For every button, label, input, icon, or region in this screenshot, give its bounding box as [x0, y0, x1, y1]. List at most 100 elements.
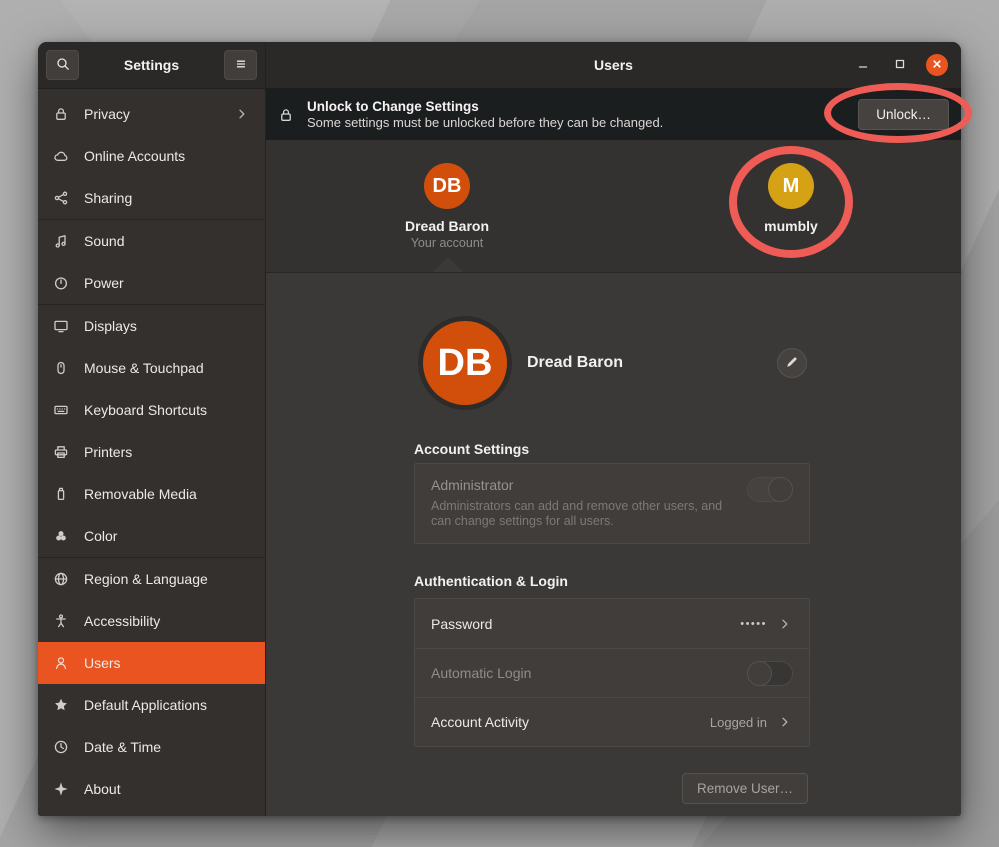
close-icon — [929, 56, 945, 75]
app-title: Settings — [79, 57, 224, 73]
sidebar-item-keyboard-shortcuts[interactable]: Keyboard Shortcuts — [38, 389, 265, 431]
users-icon — [53, 655, 69, 671]
maximize-icon — [892, 56, 908, 75]
administrator-texts: Administrator Administrators can add and… — [431, 477, 731, 530]
sidebar-item-label: Users — [84, 655, 250, 671]
unlock-banner: Unlock to Change Settings Some settings … — [266, 89, 961, 140]
carousel-user-mumbly[interactable]: Mmumbly — [721, 163, 861, 234]
sidebar-item-date-time[interactable]: Date & Time — [38, 726, 265, 768]
power-icon — [53, 275, 69, 291]
sidebar-item-label: Privacy — [84, 106, 219, 122]
search-icon — [55, 56, 71, 75]
carousel-user-name: mumbly — [764, 218, 818, 234]
sidebar-item-power[interactable]: Power — [38, 262, 265, 304]
avatar: M — [768, 163, 814, 209]
user-carousel: DB Dread Baron Your account Mmumbly — [266, 140, 961, 273]
remove-user-button: Remove User… — [682, 773, 808, 804]
sidebar-item-label: Date & Time — [84, 739, 250, 755]
sidebar-item-removable-media[interactable]: Removable Media — [38, 473, 265, 515]
sidebar-item-online-accounts[interactable]: Online Accounts — [38, 135, 265, 177]
unlock-banner-subtitle: Some settings must be unlocked before th… — [307, 115, 663, 130]
lock-icon — [53, 106, 69, 122]
sparkle-icon — [53, 781, 69, 797]
sound-icon — [53, 233, 69, 249]
sidebar-list: Privacy Online Accounts Sharing Sound Power D… — [38, 89, 265, 816]
sidebar-item-label: Displays — [84, 318, 250, 334]
keyboard-icon — [53, 402, 69, 418]
row-value: ••••• — [740, 618, 767, 630]
selected-user-pointer — [433, 257, 463, 272]
sidebar-item-label: Printers — [84, 444, 250, 460]
account-settings-header: Account Settings — [414, 441, 529, 457]
administrator-label: Administrator — [431, 477, 731, 493]
minimize-icon — [855, 56, 871, 75]
accessibility-icon — [53, 613, 69, 629]
row-automatic-login: Automatic Login — [415, 648, 809, 697]
sidebar-item-mouse-touchpad[interactable]: Mouse & Touchpad — [38, 347, 265, 389]
star-icon — [53, 697, 69, 713]
sidebar-item-printers[interactable]: Printers — [38, 431, 265, 473]
lock-icon — [278, 107, 294, 123]
sidebar-item-displays[interactable]: Displays — [38, 305, 265, 347]
carousel-user-name: Dread Baron — [405, 218, 489, 234]
authentication-box: Password ••••• Automatic Login Account Acti… — [414, 598, 810, 747]
toggle-knob — [768, 477, 793, 502]
sidebar-item-label: Default Applications — [84, 697, 250, 713]
pencil-icon — [784, 354, 800, 373]
carousel-user-dread-baron[interactable]: DB Dread Baron Your account — [377, 163, 517, 250]
administrator-box: Administrator Administrators can add and… — [414, 463, 810, 544]
authentication-login-header: Authentication & Login — [414, 573, 568, 589]
toggle-knob — [747, 661, 772, 686]
sidebar-item-users[interactable]: Users — [38, 642, 265, 684]
clock-icon — [53, 739, 69, 755]
row-label: Account Activity — [431, 714, 700, 730]
sidebar-item-label: Removable Media — [84, 486, 250, 502]
sidebar-item-default-applications[interactable]: Default Applications — [38, 684, 265, 726]
sidebar-item-privacy[interactable]: Privacy — [38, 93, 265, 135]
sidebar-item-sharing[interactable]: Sharing — [38, 177, 265, 219]
administrator-description: Administrators can add and remove other … — [431, 499, 731, 529]
row-password[interactable]: Password ••••• — [415, 599, 809, 648]
sidebar: Settings Privacy Online Accounts Sharing So… — [38, 42, 266, 816]
hamburger-menu-icon — [233, 56, 249, 75]
printer-icon — [53, 444, 69, 460]
sidebar-item-color[interactable]: Color — [38, 515, 265, 557]
user-detail-panel: DB Dread Baron Account Settings Administ… — [266, 273, 961, 816]
window-controls — [852, 54, 961, 76]
chevron-right-icon — [234, 106, 250, 122]
sidebar-item-sound[interactable]: Sound — [38, 220, 265, 262]
chevron-right-icon — [777, 616, 793, 632]
sidebar-item-label: Online Accounts — [84, 148, 250, 164]
main-panel: Users Unlock to Change Settings Some set… — [266, 42, 961, 816]
sidebar-item-about[interactable]: About — [38, 768, 265, 810]
row-label: Automatic Login — [431, 665, 737, 681]
sidebar-item-label: Sound — [84, 233, 250, 249]
row-account-activity[interactable]: Account ActivityLogged in — [415, 697, 809, 746]
menu-button[interactable] — [224, 50, 257, 80]
sidebar-item-accessibility[interactable]: Accessibility — [38, 600, 265, 642]
search-button[interactable] — [46, 50, 79, 80]
carousel-user-subtitle: Your account — [411, 236, 484, 250]
unlock-banner-title: Unlock to Change Settings — [307, 99, 663, 114]
sidebar-item-label: Power — [84, 275, 250, 291]
mouse-icon — [53, 360, 69, 376]
edit-name-button[interactable] — [777, 348, 807, 378]
minimize-button[interactable] — [852, 54, 874, 76]
sidebar-item-region-language[interactable]: Region & Language — [38, 558, 265, 600]
share-icon — [53, 190, 69, 206]
displays-icon — [53, 318, 69, 334]
sidebar-headerbar: Settings — [38, 42, 265, 89]
automatic-login-toggle — [747, 661, 793, 686]
maximize-button[interactable] — [889, 54, 911, 76]
avatar: DB — [424, 163, 470, 209]
unlock-button[interactable]: Unlock… — [858, 99, 949, 130]
settings-window: Settings Privacy Online Accounts Sharing So… — [38, 42, 961, 816]
administrator-toggle — [747, 477, 793, 502]
close-button[interactable] — [926, 54, 948, 76]
sidebar-item-label: About — [84, 781, 250, 797]
row-label: Password — [431, 616, 730, 632]
profile-row: DB Dread Baron — [423, 321, 807, 405]
sidebar-item-label: Color — [84, 528, 250, 544]
headerbar: Users — [266, 42, 961, 89]
sidebar-item-label: Keyboard Shortcuts — [84, 402, 250, 418]
